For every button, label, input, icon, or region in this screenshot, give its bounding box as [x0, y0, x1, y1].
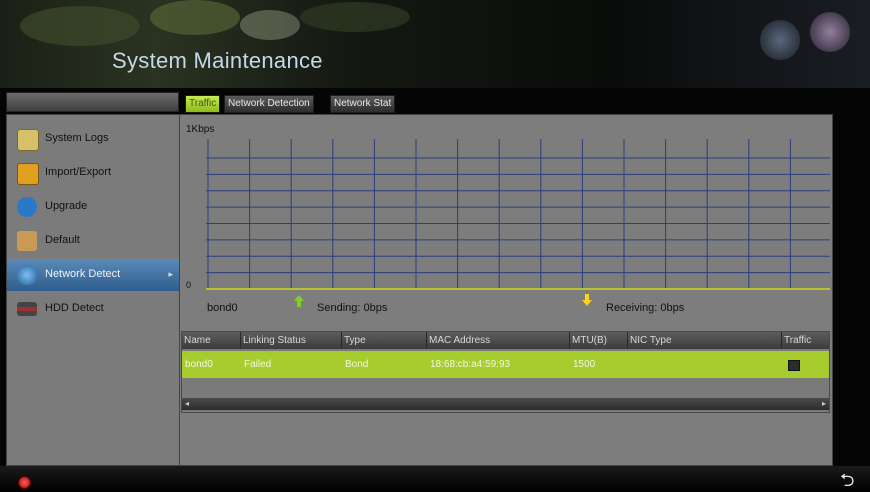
traffic-graph	[206, 139, 830, 290]
column-header-mac-address[interactable]: MAC Address	[427, 332, 570, 349]
sidebar: System Logs Import/Export Upgrade Defaul…	[6, 114, 180, 466]
column-header-mtu[interactable]: MTU(B)	[570, 332, 628, 349]
nic-table: Name Linking Status Type MAC Address MTU…	[181, 331, 830, 413]
network-globe-icon	[17, 265, 37, 285]
cell-mtu: 1500	[573, 359, 596, 370]
sidebar-item-label: HDD Detect	[45, 302, 104, 314]
sidebar-header-bar	[6, 92, 179, 112]
sidebar-item-label: Upgrade	[45, 200, 88, 212]
graph-y-top-label: 1Kbps	[186, 124, 215, 135]
column-header-traffic[interactable]: Traffic	[782, 332, 829, 349]
import-export-icon	[17, 163, 39, 185]
sending-arrow-icon	[294, 295, 304, 307]
hdd-icon	[17, 302, 37, 316]
sidebar-item-system-logs[interactable]: System Logs	[7, 123, 179, 155]
column-header-nic-type[interactable]: NIC Type	[628, 332, 782, 349]
column-header-name[interactable]: Name	[182, 332, 241, 349]
cell-linking-status: Failed	[244, 359, 272, 370]
table-row[interactable]: bond0 Failed Bond 18:68:cb:a4:59:93 1500	[182, 351, 829, 378]
bottom-bar	[0, 466, 870, 492]
default-box-icon	[17, 231, 37, 251]
scroll-right-icon[interactable]: ▸	[822, 398, 826, 410]
column-header-type[interactable]: Type	[342, 332, 427, 349]
sidebar-item-label: Network Detect	[45, 268, 121, 280]
receiving-arrow-icon	[582, 294, 592, 306]
table-header: Name Linking Status Type MAC Address MTU…	[182, 332, 829, 349]
back-icon[interactable]: ⮌	[840, 468, 854, 492]
tab-traffic[interactable]: Traffic	[185, 95, 221, 113]
power-icon[interactable]	[18, 476, 31, 489]
header-banner: System Maintenance	[0, 0, 870, 88]
graph-y-zero-label: 0	[186, 280, 192, 290]
sidebar-item-default[interactable]: Default	[7, 225, 179, 257]
horizontal-scrollbar[interactable]: ◂ ▸	[182, 398, 829, 410]
tab-network-detection[interactable]: Network Detection	[224, 95, 314, 113]
sidebar-item-hdd-detect[interactable]: HDD Detect	[7, 293, 179, 325]
logs-icon	[17, 129, 39, 151]
traffic-graph-icon[interactable]	[788, 360, 800, 371]
sending-rate: Sending: 0bps	[317, 302, 388, 314]
cell-name: bond0	[185, 359, 213, 370]
scroll-left-icon[interactable]: ◂	[185, 398, 189, 410]
receiving-rate: Receiving: 0bps	[606, 302, 685, 314]
chevron-right-icon: ▸	[168, 269, 173, 279]
sidebar-item-network-detect[interactable]: Network Detect ▸	[7, 259, 179, 291]
screen: System Maintenance Traffic Network Detec…	[0, 0, 870, 492]
tab-network-stat[interactable]: Network Stat	[330, 95, 396, 113]
cell-mac-address: 18:68:cb:a4:59:93	[430, 359, 511, 370]
column-header-linking-status[interactable]: Linking Status	[241, 332, 342, 349]
cell-type: Bond	[345, 359, 369, 370]
upgrade-icon	[17, 197, 37, 217]
sidebar-item-label: Default	[45, 234, 80, 246]
sidebar-item-import-export[interactable]: Import/Export	[7, 157, 179, 189]
page-title: System Maintenance	[112, 48, 323, 73]
cell-nic-type	[628, 351, 782, 378]
interface-name: bond0	[207, 302, 238, 314]
sidebar-item-label: Import/Export	[45, 166, 112, 178]
sidebar-item-label: System Logs	[45, 132, 109, 144]
sidebar-item-upgrade[interactable]: Upgrade	[7, 191, 179, 223]
